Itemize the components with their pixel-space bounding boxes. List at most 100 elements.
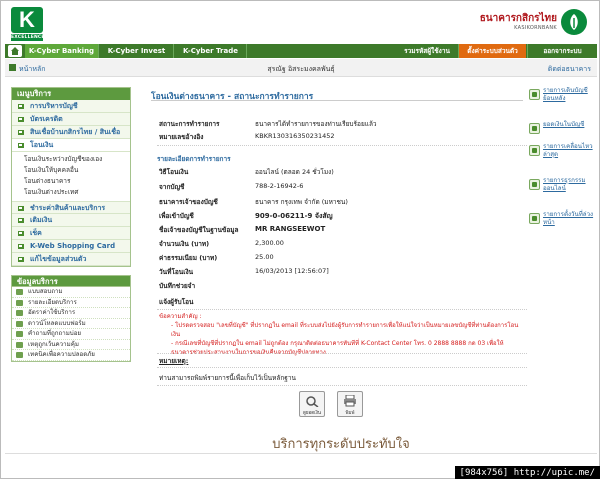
question-icon	[16, 331, 23, 337]
sidebar-item-label: โอนเงิน	[30, 141, 54, 149]
activity-icon	[529, 145, 540, 156]
sidebar-item-transfer[interactable]: โอนเงิน	[12, 139, 130, 152]
info-item-label: เหตุถูกเว้นความคุ้ม	[28, 340, 79, 348]
notice-line-1: - โปรดตรวจสอบ "เลขที่บัญชี" ที่ปรากฏใน e…	[171, 322, 519, 338]
logo-letter: K	[11, 7, 43, 33]
service-info-title: ข้อมูลบริการ	[11, 275, 131, 287]
sidebar-item-edit-profile[interactable]: แก้ไขข้อมูลส่วนตัว	[12, 253, 130, 266]
status-label: สถานะการทำรายการ	[159, 120, 220, 128]
folder-open-icon	[18, 143, 24, 148]
print-label: พิมพ์	[345, 411, 355, 416]
quick-link-label: รายการเคลื่อนไหวล่าสุด	[543, 143, 593, 158]
sidebar-item-bill-payment[interactable]: ชำระค่าสินค้าและบริการ	[12, 201, 130, 214]
home-icon[interactable]	[8, 45, 22, 57]
print-button[interactable]: พิมพ์	[337, 391, 363, 417]
view-balance-label: ดูยอดเงิน	[303, 411, 321, 416]
sidebar-item-label: การบริหารบัญชี	[30, 102, 78, 110]
detail-label: แจ้งผู้รับโอน	[159, 298, 194, 306]
divider	[157, 385, 527, 386]
info-item-faq[interactable]: คำถามที่ถูกถามบ่อย	[12, 329, 130, 340]
quick-link-label: รายการเดินบัญชีย้อนหลัง	[543, 87, 588, 102]
tab-k-cyber-banking[interactable]: K-Cyber Banking	[25, 44, 99, 58]
contact-bank-link[interactable]: ติดต่อธนาคาร	[548, 64, 591, 75]
quick-link-label: รายการตั้งวันที่ล่วงหน้า	[543, 211, 594, 226]
nav-logout[interactable]: ออกจากระบบ	[527, 44, 597, 58]
transfer-submenu: โอนเงินระหว่างบัญชีของเอง โอนเงินให้บุคค…	[12, 152, 130, 201]
note-title: หมายเหตุ:	[159, 357, 189, 365]
divider	[157, 309, 527, 310]
detail-label: ชื่อเจ้าของบัญชีในฐานข้อมูล	[159, 226, 239, 234]
slogan: บริการทุกระดับประทับใจ	[272, 437, 410, 452]
sidebar-item-label: บัตรเครดิต	[30, 115, 63, 123]
tab-k-cyber-invest[interactable]: K-Cyber Invest	[100, 44, 174, 58]
detail-label: จากบัญชี	[159, 183, 185, 191]
bank-logo-icon	[561, 9, 587, 35]
detail-label: ค่าธรรมเนียม (บาท)	[159, 254, 218, 262]
info-item-fees[interactable]: อัตราค่าใช้บริการ	[12, 308, 130, 319]
sidebar-item-k-web-shopping-card[interactable]: K-Web Shopping Card	[12, 240, 130, 253]
shield-icon	[16, 341, 23, 348]
info-item-service-details[interactable]: รายละเอียดบริการ	[12, 298, 130, 308]
status-value: ธนาคารได้ทำรายการของท่านเรียบร้อยแล้ว	[255, 120, 377, 128]
folder-icon	[18, 218, 24, 223]
sidebar-item-credit-card[interactable]: บัตรเครดิต	[12, 113, 130, 126]
submenu-other-person[interactable]: โอนเงินให้บุคคลอื่น	[12, 165, 130, 176]
detail-value: 788-2-16942-6	[255, 182, 304, 190]
quick-link-label: รายการธุรกรรมออนไลน์	[543, 177, 586, 192]
info-item-label: เทคนิคเพื่อความปลอดภัย	[28, 351, 95, 358]
bank-name-th: ธนาคารกสิกรไทย	[479, 13, 557, 24]
printer-icon	[344, 395, 356, 407]
detail-label: จำนวนเงิน (บาท)	[159, 240, 210, 248]
quick-link-recent-activity[interactable]: รายการเคลื่อนไหวล่าสุด	[529, 143, 595, 177]
logo-tag: EXCELLENCE	[11, 34, 45, 41]
calendar-icon	[529, 213, 540, 224]
quick-link-scheduled[interactable]: รายการตั้งวันที่ล่วงหน้า	[529, 211, 595, 245]
info-item-label: รายละเอียดบริการ	[28, 298, 77, 306]
detail-label: วันที่โอนเงิน	[159, 268, 194, 276]
transaction-icon	[529, 179, 540, 190]
sidebar-item-loans[interactable]: สินเชื่อบ้านกสิกรไทย / สินเชื่ออื่นๆ	[12, 126, 130, 149]
info-item-label: คำถามที่ถูกถามบ่อย	[28, 330, 82, 337]
detail-value: 909-0-06211-9 จังสัญ	[255, 212, 333, 220]
sub-bar: หน้าหลัก สุรณัฐ อิสระมงคลพันธุ์ ติดต่อธน…	[5, 59, 597, 77]
k-excellence-logo[interactable]: K EXCELLENCE	[11, 7, 45, 41]
submenu-interbank[interactable]: โอนต่างธนาคาร	[12, 176, 130, 187]
detail-value: 16/03/2013 [12:56:07]	[255, 267, 329, 275]
sidebar-item-cheque[interactable]: เช็ค	[12, 227, 130, 240]
magnifier-icon	[306, 396, 319, 407]
info-item-survey[interactable]: แบบสอบถาม	[12, 287, 130, 298]
quick-link-balance[interactable]: ยอดเงินในบัญชี	[529, 121, 595, 143]
sidebar-item-label: เติมเงิน	[30, 216, 53, 224]
submenu-international[interactable]: โอนเงินต่างประเทศ	[12, 187, 130, 198]
divider	[157, 145, 527, 146]
quick-link-online-transactions[interactable]: รายการธุรกรรมออนไลน์	[529, 177, 595, 211]
info-item-download-forms[interactable]: ดาวน์โหลดแบบฟอร์ม	[12, 319, 130, 329]
tab-k-cyber-trade[interactable]: K-Cyber Trade	[175, 44, 247, 58]
detail-section-title: รายละเอียดการทำรายการ	[157, 155, 231, 163]
sidebar-item-account-management[interactable]: การบริหารบัญชี	[12, 100, 130, 113]
sidebar-item-label: K-Web Shopping Card	[30, 242, 116, 250]
detail-value: ธนาคาร กรุงเทพ จำกัด (มหาชน)	[255, 198, 348, 206]
view-balance-button[interactable]: ดูยอดเงิน	[299, 391, 325, 417]
document-icon	[16, 299, 23, 306]
notice-line-2: - กรณีเลขที่บัญชีที่ปรากฏใน email ไม่ถูก…	[171, 340, 504, 356]
submenu-own-accounts[interactable]: โอนเงินระหว่างบัญชีของเอง	[12, 154, 130, 165]
sidebar-item-label: เช็ค	[30, 229, 42, 237]
note-text: ท่านสามารถพิมพ์รายการนี้เพื่อเก็บไว้เป็น…	[159, 374, 296, 382]
detail-value: 2,300.00	[255, 239, 284, 247]
divider	[157, 353, 527, 354]
important-notice: ข้อความสำคัญ : - โปรดตรวจสอบ "เลขที่บัญช…	[159, 312, 523, 357]
nav-all-user-ids[interactable]: รวมรหัสผู้ใช้งาน	[397, 44, 457, 58]
service-menu: เมนูบริการ การบริหารบัญชี บัตรเครดิต สิน…	[11, 87, 131, 267]
quick-link-statement-history[interactable]: รายการเดินบัญชีย้อนหลัง	[529, 87, 595, 121]
page-frame: K EXCELLENCE ธนาคารกสิกรไทย KASIKORNBANK…	[0, 0, 600, 479]
sidebar-item-top-up[interactable]: เติมเงิน	[12, 214, 130, 227]
nav-personal-settings[interactable]: ตั้งค่าระบบส่วนตัว	[458, 44, 526, 58]
info-item-coverage[interactable]: เหตุถูกเว้นความคุ้ม	[12, 340, 130, 350]
folder-icon	[18, 257, 24, 262]
header: K EXCELLENCE ธนาคารกสิกรไทย KASIKORNBANK	[5, 5, 597, 43]
detail-label: วิธีโอนเงิน	[159, 168, 189, 176]
bank-name-en: KASIKORNBANK	[514, 25, 557, 31]
info-item-security-tips[interactable]: เทคนิคเพื่อความปลอดภัย	[12, 350, 130, 361]
service-menu-title: เมนูบริการ	[12, 88, 130, 100]
